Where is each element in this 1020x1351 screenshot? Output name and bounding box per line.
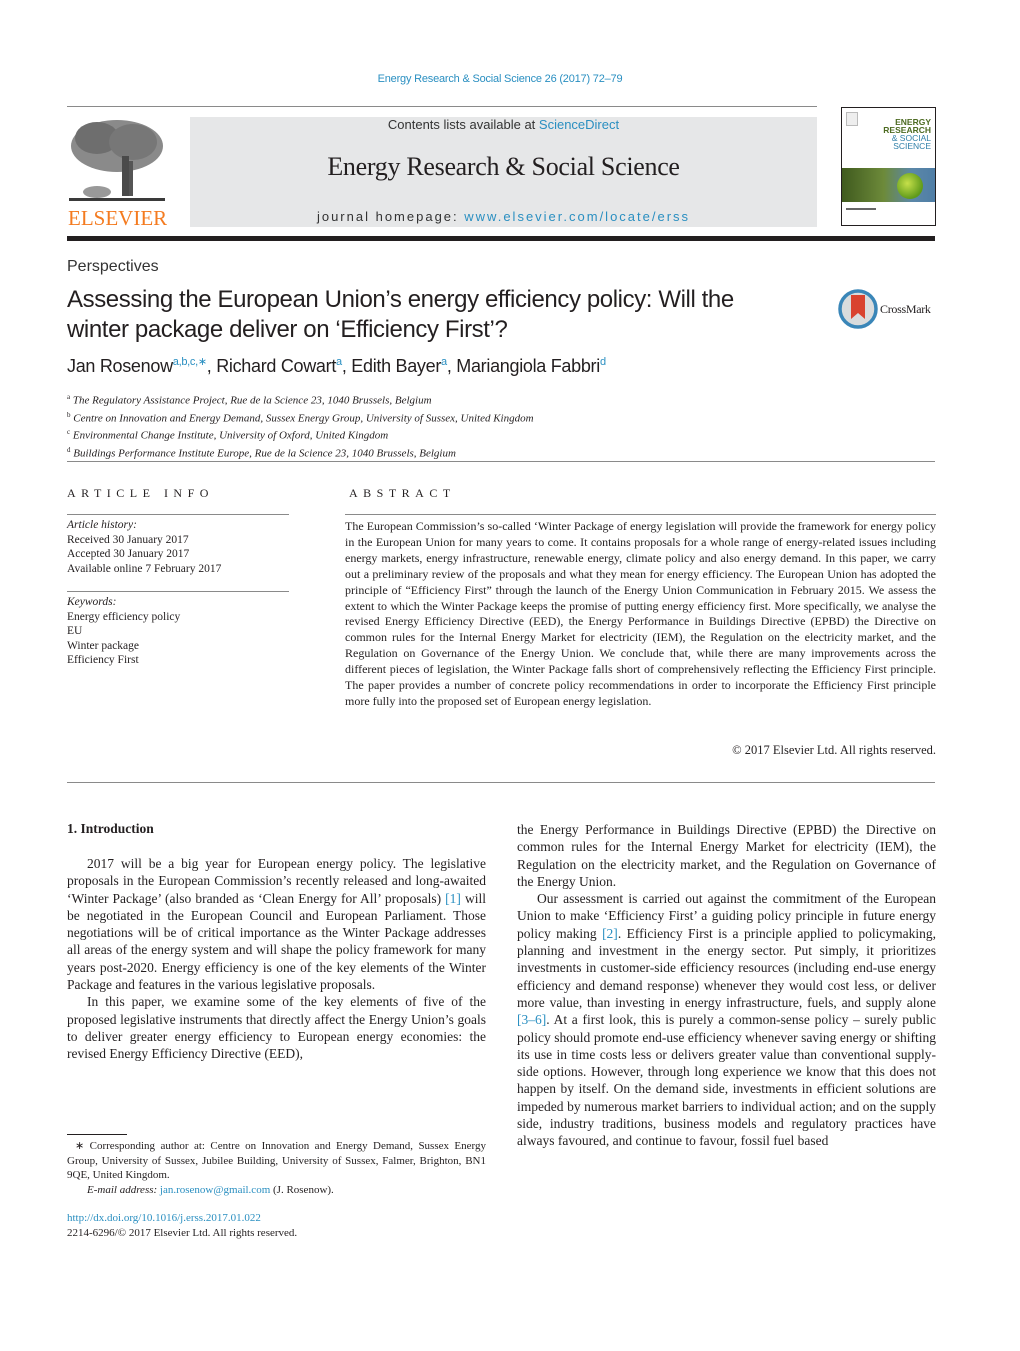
received-date: Received 30 January 2017: [67, 533, 189, 546]
journal-reference-link[interactable]: Energy Research & Social Science 26 (201…: [0, 73, 1000, 85]
author[interactable]: Edith Bayera: [351, 356, 447, 376]
accepted-date: Accepted 30 January 2017: [67, 548, 190, 560]
author-list: Jan Rosenowa,b,c,∗, Richard Cowarta, Edi…: [67, 356, 606, 376]
online-date: Available online 7 February 2017: [67, 562, 222, 575]
abstract-divider: [345, 514, 936, 515]
email-line: E-mail address: jan.rosenow@gmail.com (J…: [87, 1183, 334, 1196]
journal-cover-thumbnail[interactable]: ENERGY RESEARCH & SOCIAL SCIENCE: [841, 107, 936, 226]
citation-link[interactable]: [3–6]: [517, 1012, 546, 1027]
article-info-divider: [67, 514, 289, 515]
doi-link[interactable]: http://dx.doi.org/10.1016/j.erss.2017.01…: [67, 1212, 261, 1224]
journal-title: Energy Research & Social Science: [327, 152, 680, 181]
author[interactable]: Mariangiola Fabbrid: [456, 356, 606, 376]
body-column-left: 2017 will be a big year for European ene…: [67, 855, 486, 1063]
email-label: E-mail address:: [87, 1183, 160, 1196]
footnote-corresponding: ∗ Corresponding author at: Centre on Inn…: [67, 1139, 486, 1197]
header-thick-divider: [67, 236, 935, 241]
author-affiliation-marks[interactable]: a: [336, 356, 342, 368]
paragraph: In this paper, we examine some of the ke…: [67, 994, 486, 1062]
homepage-link[interactable]: www.elsevier.com/locate/erss: [464, 209, 690, 224]
article-title: Assessing the European Union’s energy ef…: [67, 285, 807, 345]
crossmark-label: CrossMark: [880, 302, 931, 316]
article-history: Article history: Received 30 January 201…: [67, 518, 289, 576]
homepage-prefix: journal homepage:: [316, 209, 465, 224]
abstract-bottom-divider: [67, 782, 935, 783]
elsevier-tree-icon: ELSEVIER: [68, 120, 167, 230]
author-affiliation-marks[interactable]: d: [600, 356, 606, 368]
section-heading-introduction: 1. Introduction: [67, 821, 154, 836]
elsevier-wordmark: ELSEVIER: [68, 206, 167, 228]
cover-title: ENERGY RESEARCH & SOCIAL SCIENCE: [883, 117, 931, 151]
keyword-item: EU: [67, 625, 83, 637]
author[interactable]: Jan Rosenowa,b,c,∗: [67, 356, 207, 376]
journal-homepage: journal homepage: www.elsevier.com/locat…: [190, 209, 817, 224]
citation-link[interactable]: [2]: [602, 926, 618, 941]
cover-globe-icon: [897, 173, 923, 199]
corresponding-author-note: ∗ Corresponding author at: Centre on Inn…: [67, 1140, 486, 1181]
article-info-heading: ARTICLE INFO: [67, 486, 214, 500]
crossmark-button[interactable]: CrossMark: [838, 289, 938, 331]
keywords: Keywords: Energy efficiency policy EU Wi…: [67, 595, 289, 668]
sciencedirect-link[interactable]: ScienceDirect: [539, 117, 619, 132]
title-divider: [67, 461, 935, 462]
footnote-divider: [67, 1134, 127, 1135]
contents-prefix: Contents lists available at: [387, 117, 539, 132]
keyword-item: Efficiency First: [67, 654, 139, 666]
body-column-right: the Energy Performance in Buildings Dire…: [517, 821, 936, 1150]
affiliations: a The Regulatory Assistance Project, Rue…: [67, 390, 534, 461]
keywords-divider: [67, 591, 289, 592]
affiliation-item: c Environmental Change Institute, Univer…: [67, 428, 389, 442]
issn-copyright: 2214-6296/© 2017 Elsevier Ltd. All right…: [67, 1226, 298, 1239]
abstract-text: The European Commission’s so-called ‘Win…: [345, 519, 936, 708]
header-divider: [67, 106, 817, 107]
paragraph: 2017 will be a big year for European ene…: [67, 856, 486, 993]
keyword-item: Energy efficiency policy: [67, 610, 181, 623]
abstract-copyright: © 2017 Elsevier Ltd. All rights reserved…: [732, 743, 936, 757]
affiliation-item: a The Regulatory Assistance Project, Rue…: [67, 393, 432, 407]
abstract-heading: ABSTRACT: [349, 486, 456, 500]
contents-line: Contents lists available at ScienceDirec…: [190, 117, 817, 132]
paragraph: the Energy Performance in Buildings Dire…: [517, 822, 936, 889]
article-title-line-1: Assessing the European Union’s energy ef…: [67, 286, 734, 313]
crossmark-icon: [838, 289, 878, 329]
keywords-label: Keywords:: [67, 596, 117, 608]
doi-block: http://dx.doi.org/10.1016/j.erss.2017.01…: [67, 1211, 486, 1240]
paragraph: Our assessment is carried out against th…: [517, 891, 936, 1149]
affiliation-item: d Buildings Performance Institute Europe…: [67, 445, 456, 460]
article-type: Perspectives: [67, 258, 159, 275]
author-affiliation-marks[interactable]: a,b,c,∗: [173, 356, 207, 368]
citation-link[interactable]: [1]: [445, 891, 461, 906]
history-label: Article history:: [67, 519, 137, 531]
cover-publisher-mark: [846, 112, 858, 126]
affiliation-item: b Centre on Innovation and Energy Demand…: [67, 410, 534, 425]
cover-editor-line: [846, 208, 876, 210]
keyword-item: Winter package: [67, 639, 140, 652]
email-link[interactable]: jan.rosenow@gmail.com: [160, 1184, 270, 1196]
author[interactable]: Richard Cowarta: [216, 356, 342, 376]
article-title-line-2: winter package deliver on ‘Efficiency Fi…: [67, 316, 508, 343]
elsevier-logo[interactable]: ELSEVIER: [67, 116, 167, 230]
author-affiliation-marks[interactable]: a: [441, 356, 447, 368]
